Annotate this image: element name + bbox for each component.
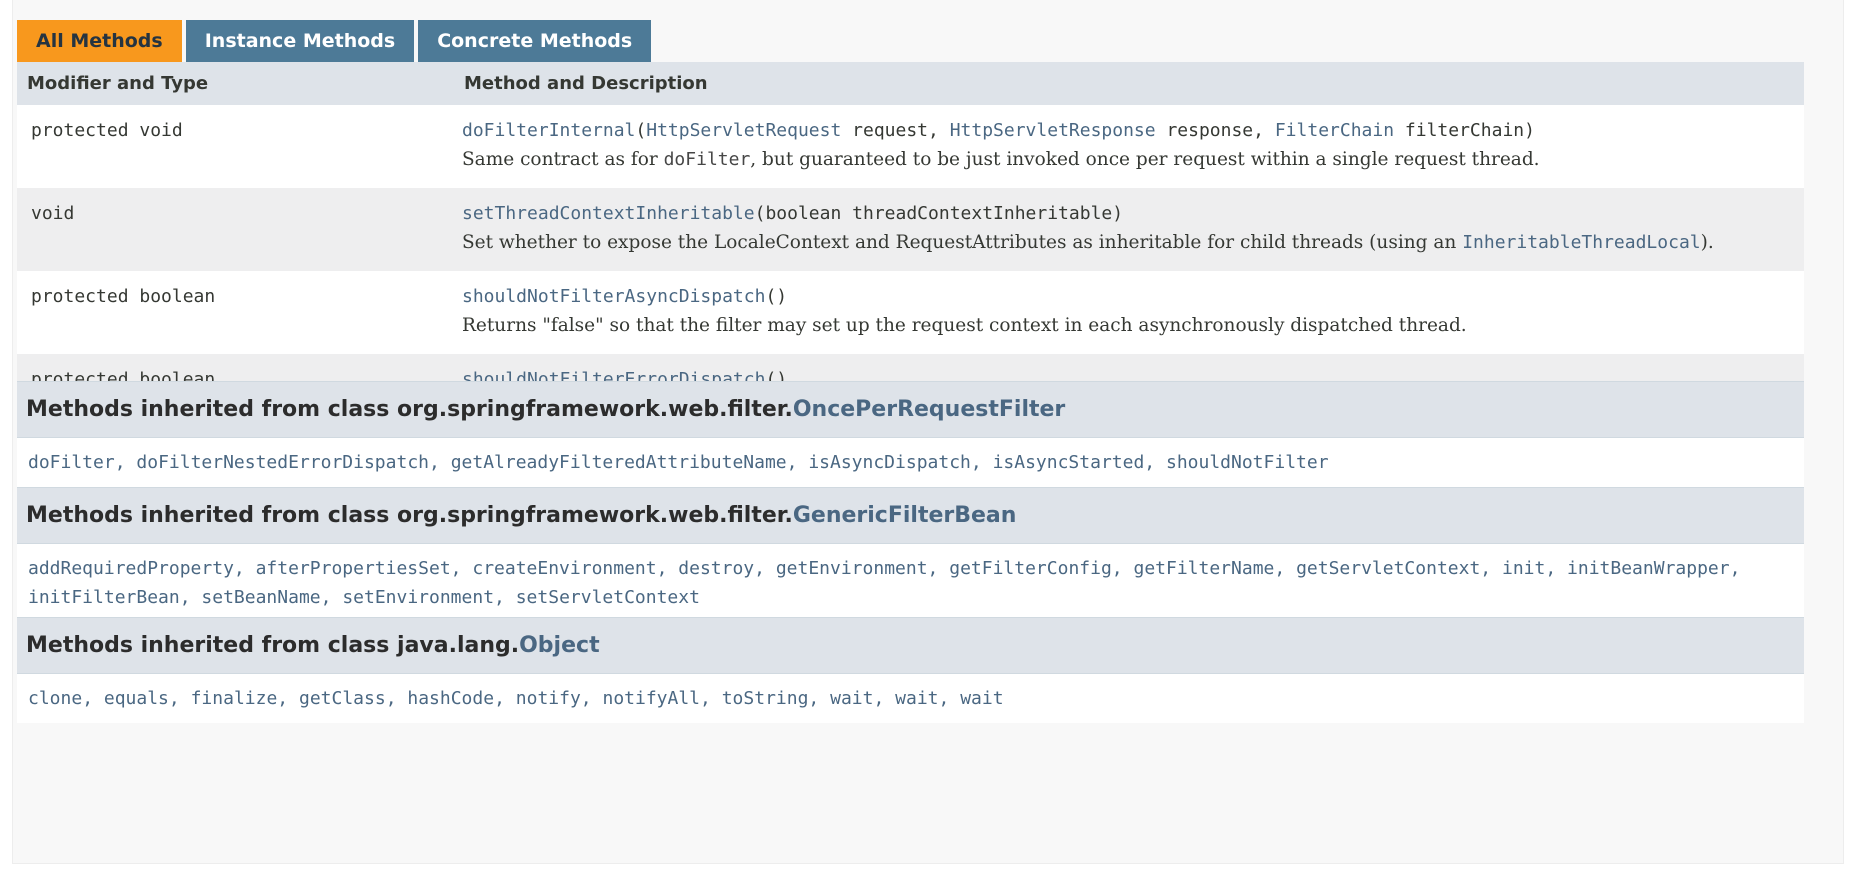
method-name-link[interactable]: shouldNotFilterAsyncDispatch	[462, 286, 765, 307]
inherited-section-heading: Methods inherited from class org.springf…	[17, 381, 1804, 438]
method-description: Same contract as for doFilter, but guara…	[462, 149, 1540, 170]
inherited-method-link[interactable]: init	[1502, 558, 1545, 579]
inherited-method-link[interactable]: doFilterNestedErrorDispatch	[136, 452, 429, 473]
method-cell: shouldNotFilterAsyncDispatch() Returns "f…	[454, 271, 1804, 354]
inherited-method-link[interactable]: isAsyncStarted	[993, 452, 1145, 473]
inherited-method-link[interactable]: getEnvironment	[776, 558, 928, 579]
column-header-modifier: Modifier and Type	[17, 62, 454, 105]
param-name: response	[1166, 120, 1254, 141]
inherited-section-heading: Methods inherited from class org.springf…	[17, 487, 1804, 544]
method-name-link[interactable]: doFilterInternal	[462, 120, 635, 141]
param-type-link[interactable]: HttpServletResponse	[950, 120, 1156, 141]
method-cell: setThreadContextInheritable(boolean thre…	[454, 188, 1804, 271]
inherited-method-link[interactable]: wait	[895, 688, 938, 709]
method-signature: shouldNotFilterAsyncDispatch()	[462, 286, 788, 307]
inherited-method-link[interactable]: finalize	[191, 688, 278, 709]
inherited-method-link[interactable]: doFilter	[28, 452, 115, 473]
inherited-heading-prefix: Methods inherited from class org.springf…	[26, 397, 793, 422]
param-name: request	[852, 120, 929, 141]
inherited-section-heading: Methods inherited from class java.lang. O…	[17, 617, 1804, 674]
inherited-method-link[interactable]: afterPropertiesSet	[256, 558, 451, 579]
modifier-cell: protected boolean	[17, 271, 454, 354]
tab-all-methods[interactable]: All Methods	[17, 20, 182, 62]
inherited-class-link[interactable]: OncePerRequestFilter	[793, 397, 1065, 422]
code-link[interactable]: InheritableThreadLocal	[1462, 232, 1700, 253]
code-ref: doFilter	[663, 149, 751, 170]
method-signature: setThreadContextInheritable(boolean thre…	[462, 203, 1124, 224]
param-type-link[interactable]: FilterChain	[1275, 120, 1394, 141]
column-header-method: Method and Description	[454, 62, 1804, 105]
inherited-class-link[interactable]: Object	[519, 633, 599, 658]
inherited-methods-list: doFilter, doFilterNestedErrorDispatch, g…	[17, 438, 1804, 487]
inherited-generic-filter-bean: Methods inherited from class org.springf…	[17, 487, 1804, 622]
inherited-method-link[interactable]: getFilterConfig	[949, 558, 1112, 579]
table-row: void setThreadContextInheritable(boolean …	[17, 188, 1804, 271]
inherited-method-link[interactable]: wait	[960, 688, 1003, 709]
param-name: filterChain	[1404, 120, 1525, 141]
inherited-methods-list: clone, equals, finalize, getClass, hashC…	[17, 674, 1804, 723]
inherited-methods-list: addRequiredProperty, afterPropertiesSet,…	[17, 544, 1804, 622]
inherited-method-link[interactable]: addRequiredProperty	[28, 558, 234, 579]
inherited-method-link[interactable]: getFilterName	[1133, 558, 1274, 579]
inherited-method-link[interactable]: getAlreadyFilteredAttributeName	[451, 452, 787, 473]
modifier-cell: protected void	[17, 105, 454, 188]
method-cell: doFilterInternal(HttpServletRequest requ…	[454, 105, 1804, 188]
inherited-method-link[interactable]: wait	[830, 688, 873, 709]
table-row: protected void doFilterInternal(HttpServl…	[17, 105, 1804, 188]
method-description: Set whether to expose the LocaleContext …	[462, 232, 1714, 253]
method-name-link[interactable]: setThreadContextInheritable	[462, 203, 755, 224]
inherited-method-link[interactable]: initBeanWrapper	[1567, 558, 1730, 579]
param-type: boolean	[765, 203, 842, 224]
modifier-type: void	[31, 203, 75, 224]
modifier-cell: void	[17, 188, 454, 271]
inherited-method-link[interactable]: notifyAll	[602, 688, 700, 709]
inherited-method-link[interactable]: createEnvironment	[472, 558, 656, 579]
tab-instance-methods[interactable]: Instance Methods	[185, 20, 415, 62]
inherited-method-link[interactable]: setEnvironment	[342, 587, 494, 608]
param-type-link[interactable]: HttpServletRequest	[646, 120, 841, 141]
modifier-type: protected boolean	[31, 286, 216, 307]
inherited-once-per-request-filter: Methods inherited from class org.springf…	[17, 381, 1804, 487]
table-row: protected boolean shouldNotFilterAsyncDis…	[17, 271, 1804, 354]
inherited-heading-prefix: Methods inherited from class org.springf…	[26, 503, 793, 528]
inherited-method-link[interactable]: notify	[516, 688, 581, 709]
inherited-method-link[interactable]: destroy	[678, 558, 754, 579]
inherited-method-link[interactable]: hashCode	[407, 688, 494, 709]
inherited-method-link[interactable]: clone	[28, 688, 82, 709]
inherited-method-link[interactable]: getServletContext	[1296, 558, 1480, 579]
inherited-method-link[interactable]: initFilterBean	[28, 587, 180, 608]
method-signature: doFilterInternal(HttpServletRequest requ…	[462, 120, 1535, 141]
inherited-method-link[interactable]: equals	[104, 688, 169, 709]
tab-concrete-methods[interactable]: Concrete Methods	[418, 20, 652, 62]
method-filter-tabs: All Methods Instance Methods Concrete Me…	[17, 20, 652, 62]
method-description: Returns "false" so that the filter may s…	[462, 315, 1467, 336]
param-name: threadContextInheritable	[852, 203, 1113, 224]
modifier-type: protected void	[31, 120, 183, 141]
inherited-method-link[interactable]: shouldNotFilter	[1166, 452, 1329, 473]
inherited-heading-prefix: Methods inherited from class java.lang.	[26, 633, 520, 658]
inherited-object: Methods inherited from class java.lang. O…	[17, 617, 1804, 723]
inherited-method-link[interactable]: setBeanName	[201, 587, 320, 608]
inherited-method-link[interactable]: toString	[722, 688, 809, 709]
inherited-method-link[interactable]: getClass	[299, 688, 386, 709]
inherited-class-link[interactable]: GenericFilterBean	[793, 503, 1017, 528]
inherited-method-link[interactable]: isAsyncDispatch	[808, 452, 971, 473]
inherited-method-link[interactable]: setServletContext	[516, 587, 700, 608]
